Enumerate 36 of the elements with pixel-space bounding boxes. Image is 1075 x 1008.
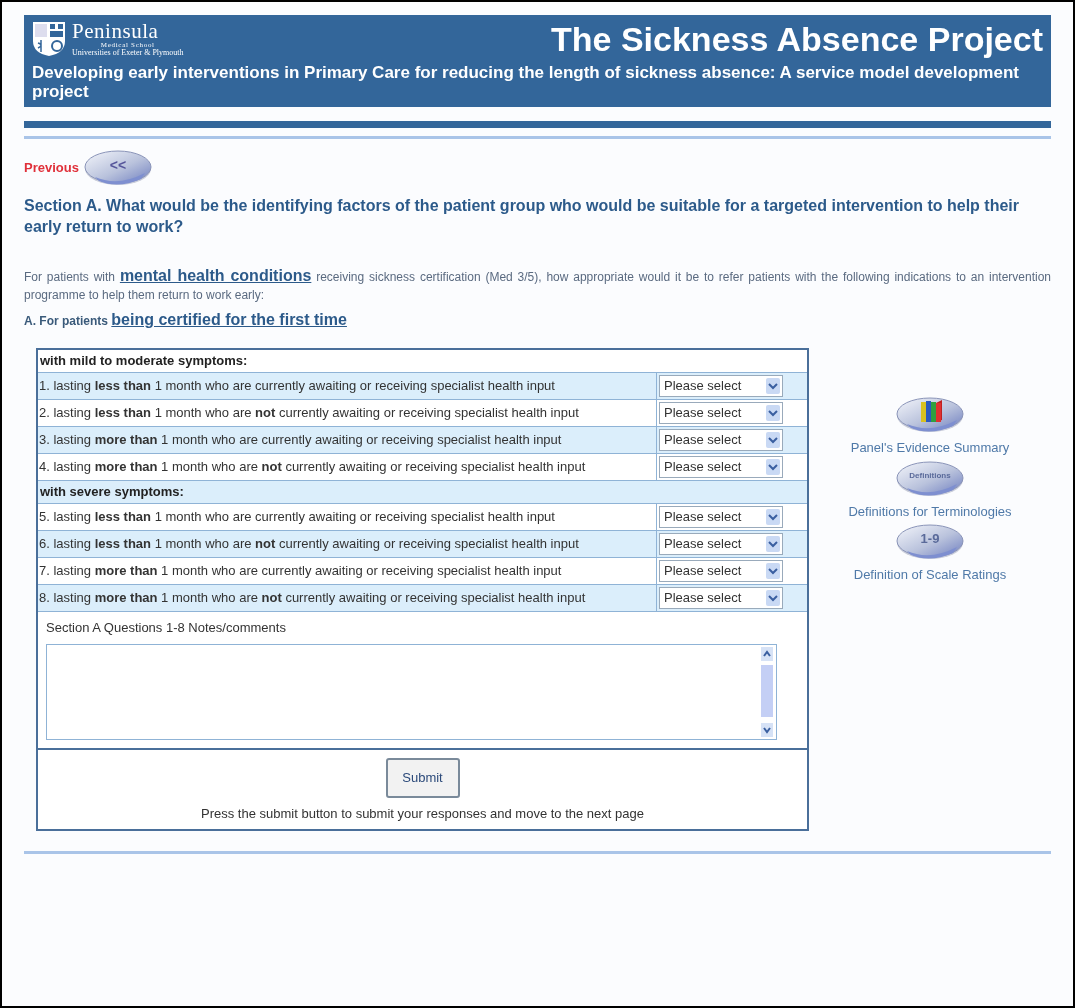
scrollbar-icon[interactable]	[760, 646, 774, 737]
side-link[interactable]: Panel's Evidence Summary	[850, 438, 1010, 458]
intro-paragraph: For patients with mental health conditions receiving sickness certification (Med 3/5), how appropriate would it be to refer patients with the following indications to an intervention programme to help them return to work early:	[24, 267, 1051, 304]
books-button[interactable]	[894, 396, 966, 434]
dropdown[interactable]: Please select	[659, 560, 783, 582]
question-text: 5. lasting less than 1 month who are currently awaiting or receiving specialist health input	[38, 504, 657, 530]
dropdown[interactable]: Please select	[659, 506, 783, 528]
page-subtitle: Developing early interventions in Primary Care for reducing the length of sickness absence: A service model development project	[32, 63, 1020, 101]
page-title: The Sickness Absence Project	[551, 22, 1043, 56]
shield-logo-icon	[32, 21, 66, 57]
question-text: 8. lasting more than 1 month who are not currently awaiting or receiving specialist health input	[38, 585, 657, 611]
previous-button[interactable]: <<	[82, 149, 153, 187]
logo-name: Peninsula	[72, 21, 160, 42]
question-text: 4. lasting more than 1 month who are not currently awaiting or receiving specialist health input	[38, 454, 657, 480]
dropdown[interactable]: Please select	[659, 429, 783, 451]
previous-link[interactable]: Previous	[24, 158, 79, 178]
group-heading: with severe symptoms:	[39, 483, 185, 502]
side-link[interactable]: Definitions for Terminologies	[848, 501, 1012, 521]
dropdown[interactable]: Please select	[659, 402, 783, 424]
submit-button[interactable]: Submit	[385, 757, 460, 798]
dropdown[interactable]: Please select	[659, 456, 783, 478]
question-text: 6. lasting less than 1 month who are not currently awaiting or receiving specialist health input	[38, 531, 657, 557]
dropdown[interactable]: Please select	[659, 533, 783, 555]
side-link[interactable]: Definition of Scale Ratings	[853, 565, 1007, 585]
submit-hint: Press the submit button to submit your responses and move to the next page	[201, 804, 644, 823]
dropdown[interactable]: Please select	[659, 587, 783, 609]
question-text: 7. lasting more than 1 month who are currently awaiting or receiving specialist health input	[38, 558, 657, 584]
sub-heading: A. For patients being certified for the first time	[24, 310, 348, 330]
question-text: 1. lasting less than 1 month who are currently awaiting or receiving specialist health input	[38, 373, 657, 399]
question-text: 2. lasting less than 1 month who are not currently awaiting or receiving specialist health input	[38, 400, 657, 426]
dropdown[interactable]: Please select	[659, 375, 783, 397]
logo-tagline: Universities of Exeter & Plymouth	[72, 49, 184, 57]
question-text: 3. lasting more than 1 month who are currently awaiting or receiving specialist health input	[38, 427, 657, 453]
group-heading: with mild to moderate symptoms:	[39, 352, 249, 371]
section-heading: Section A. What would be the identifying factors of the patient group who would be suitable for a targeted intervention to help their early return to work?	[24, 196, 1020, 237]
notes-label: Section A Questions 1-8 Notes/comments	[46, 619, 287, 637]
